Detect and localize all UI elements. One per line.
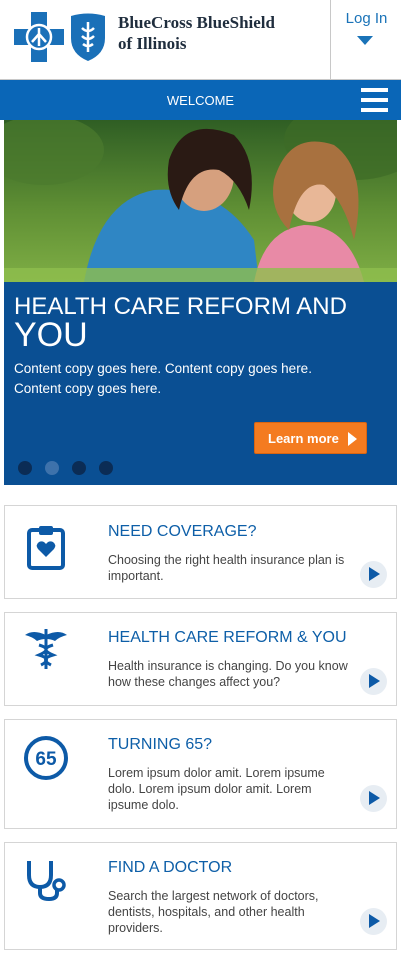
hero-photo [4,120,397,282]
play-arrow-icon [369,791,380,805]
hero-title-line-2: YOU [14,316,88,354]
card-need-coverage[interactable]: NEED COVERAGE? Choosing the right health… [4,505,397,599]
hero-copy: Content copy goes here. Content copy goe… [14,361,312,396]
card-description: Health insurance is changing. Do you kno… [108,659,348,689]
svg-text:65: 65 [35,749,57,770]
carousel-dot[interactable] [99,461,113,475]
card-title: NEED COVERAGE? [108,523,257,540]
card-description: Search the largest network of doctors, d… [108,889,319,935]
hamburger-menu-icon[interactable] [361,88,388,112]
card-arrow-button[interactable] [360,908,387,935]
play-arrow-icon [348,432,357,446]
chevron-down-icon [357,36,373,45]
brand-line-2: of Illinois [118,34,187,53]
hero-carousel[interactable]: HEALTH CARE REFORM AND YOU Content copy … [4,120,397,485]
hero-title: HEALTH CARE REFORM AND YOU [14,294,389,354]
clipboard-heart-icon [27,526,65,570]
carousel-dot-active[interactable] [45,461,59,475]
site-header: BlueCross BlueShield of Illinois Log In [0,0,401,80]
card-arrow-button[interactable] [360,561,387,588]
carousel-dot[interactable] [18,461,32,475]
brand-line-1: BlueCross BlueShield [118,13,275,32]
stethoscope-icon [27,861,66,902]
card-arrow-button[interactable] [360,668,387,695]
play-arrow-icon [369,674,380,688]
card-title: FIND A DOCTOR [108,859,233,876]
sixty-five-icon: 65 [24,736,68,780]
card-description: Lorem ipsum dolor amit. Lorem ipsume dol… [108,766,325,812]
learn-more-button[interactable]: Learn more [254,422,367,454]
caduceus-icon [25,629,67,669]
card-description: Choosing the right health insurance plan… [108,553,345,583]
card-arrow-button[interactable] [360,785,387,812]
play-arrow-icon [369,914,380,928]
play-arrow-icon [369,567,380,581]
card-health-care-reform[interactable]: HEALTH CARE REFORM & YOU Health insuranc… [4,612,397,706]
card-title: TURNING 65? [108,736,213,753]
learn-more-label: Learn more [268,431,339,446]
nav-title: WELCOME [166,93,235,108]
card-turning-65[interactable]: 65 TURNING 65? Lorem ipsum dolor amit. L… [4,719,397,829]
login-button[interactable]: Log In [330,0,401,79]
card-title: HEALTH CARE REFORM & YOU [108,629,347,646]
carousel-dot[interactable] [72,461,86,475]
card-find-a-doctor[interactable]: FIND A DOCTOR Search the largest network… [4,842,397,950]
bluecross-logo-icon[interactable] [14,12,64,62]
brand-name: BlueCross BlueShield of Illinois [118,12,318,54]
login-label: Log In [345,10,388,27]
nav-bar: WELCOME [0,80,401,120]
blueshield-logo-icon[interactable] [68,12,108,62]
